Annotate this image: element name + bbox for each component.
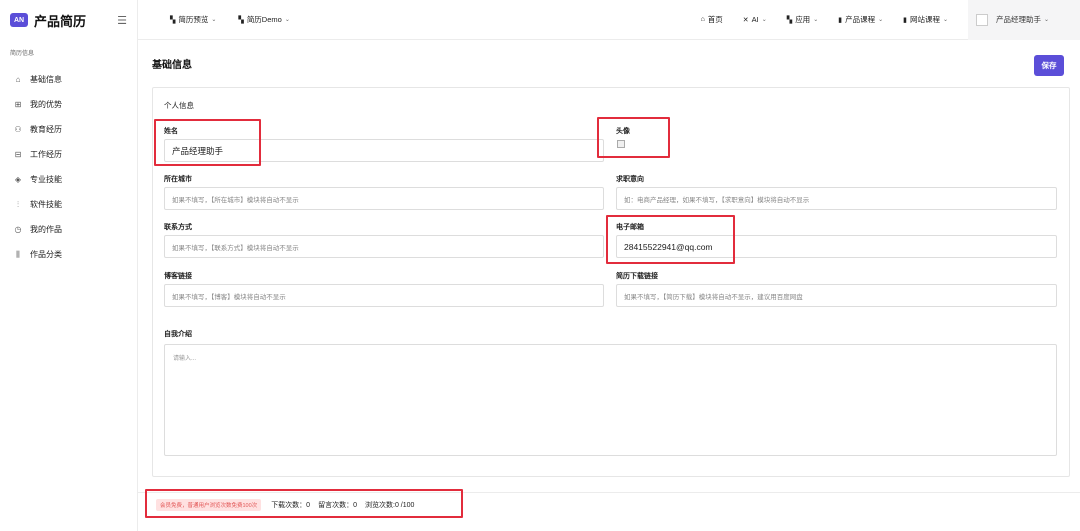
nav-label: 产品课程 [845, 15, 876, 24]
user-name: 产品经理助手 [996, 15, 1041, 24]
user-menu[interactable]: 产品经理助手 ⌄ [968, 0, 1080, 40]
view-count: 浏览次数:0 /100 [365, 502, 415, 509]
nav-website-course[interactable]: ▮ 网站课程 ⌄ [903, 14, 948, 25]
nav-apps[interactable]: ▚ 应用 ⌄ [787, 14, 818, 25]
cube-icon: ◈ [14, 175, 22, 184]
sidebar-item-label: 基础信息 [30, 75, 62, 84]
sidebar-item-education[interactable]: ⚇ 教育经历 [0, 117, 137, 142]
sidebar-item-label: 软件技能 [30, 200, 62, 209]
chevron-down-icon: ⌄ [813, 17, 819, 23]
grid-icon: ⊞ [14, 100, 22, 109]
home-icon: ⌂ [700, 16, 705, 23]
sidebar-item-works[interactable]: ◷ 我的作品 [0, 217, 137, 242]
message-count: 留言次数：0 [318, 502, 357, 509]
sidebar-item-label: 我的优势 [30, 100, 62, 109]
sliders-icon: ⫶ [17, 199, 19, 209]
footer-stats: 会员免费，普通用户浏览次数免费100次 下载次数：0 留言次数：0 浏览次数:0… [138, 492, 1080, 517]
nav-label: 首页 [707, 15, 723, 24]
sidebar-item-label: 作品分类 [30, 250, 62, 259]
name-input[interactable]: 产品经理助手 [164, 139, 604, 162]
chevron-down-icon: ⌄ [211, 17, 217, 23]
logo[interactable]: AN 产品简历 ☰ [0, 0, 137, 40]
nav-label: 网站课程 [909, 15, 940, 24]
avatar [976, 13, 988, 26]
sidebar-item-software-skills[interactable]: ⫶ 软件技能 [0, 192, 137, 217]
name-label: 姓名 [164, 128, 178, 135]
nav-product-course[interactable]: ▮ 产品课程 ⌄ [838, 14, 883, 25]
logo-icon: AN [10, 13, 28, 27]
blog-label: 博客链接 [164, 273, 192, 280]
job-intent-label: 求职意向 [616, 176, 644, 183]
sidebar-item-label: 工作经历 [30, 150, 62, 159]
sidebar-item-label: 我的作品 [30, 225, 62, 234]
chevron-down-icon: ⌄ [761, 17, 767, 23]
resume-link-label: 简历下载链接 [616, 273, 658, 280]
columns-icon: ⫼ [16, 249, 20, 259]
nav-label: 简历Demo [246, 15, 282, 24]
sidebar-item-pro-skills[interactable]: ◈ 专业技能 [0, 167, 137, 192]
sidebar-section-title: 简历信息 [10, 51, 35, 57]
vip-badge: 会员免费，普通用户浏览次数免费100次 [156, 499, 262, 511]
clock-icon: ◷ [14, 225, 22, 234]
nav-home[interactable]: ⌂ 首页 [701, 14, 723, 25]
nav-ai[interactable]: ✕ AI ⌄ [743, 15, 767, 24]
sidebar-item-basic-info[interactable]: ⌂ 基础信息 [0, 67, 137, 92]
contact-input[interactable]: 如果不填写，【联系方式】模块将自动不显示 [164, 235, 604, 258]
intro-label: 自我介绍 [164, 331, 192, 338]
nav-label: AI [751, 15, 759, 24]
chevron-down-icon: ⌄ [1044, 17, 1050, 23]
nav-resume-preview[interactable]: ▚ 简历预览 ⌄ [170, 14, 216, 25]
chevron-down-icon: ⌄ [942, 17, 948, 23]
top-bar: ▚ 简历预览 ⌄ ▚ 简历Demo ⌄ ⌂ 首页 ✕ AI ⌄ ▚ 应用 ⌄ ▮… [138, 0, 1080, 40]
city-label: 所在城市 [164, 176, 192, 183]
nav-label: 简历预览 [178, 15, 209, 24]
sidebar-item-strengths[interactable]: ⊞ 我的优势 [0, 92, 137, 117]
grid-icon: ▚ [786, 16, 793, 24]
job-intent-input[interactable]: 如：电商产品经理，如果不填写，【求职意向】模块将自动不显示 [616, 187, 1057, 210]
nav-resume-demo[interactable]: ▚ 简历Demo ⌄ [238, 14, 289, 25]
gift-icon: ⊟ [14, 150, 22, 159]
contact-label: 联系方式 [164, 224, 192, 231]
avatar-label: 头像 [616, 128, 630, 135]
menu-toggle-icon[interactable]: ☰ [117, 14, 127, 27]
sidebar-item-label: 专业技能 [30, 175, 62, 184]
sidebar-item-work-category[interactable]: ⫼ 作品分类 [0, 242, 137, 267]
book-icon: ▮ [838, 16, 843, 24]
resume-link-input[interactable]: 如果不填写，【简历下载】模块将自动不显示，建议用百度网盘 [616, 284, 1057, 307]
email-input[interactable]: 28415522941@qq.com [616, 235, 1057, 258]
chevron-down-icon: ⌄ [284, 17, 290, 23]
home-icon: ⌂ [15, 75, 21, 84]
book-icon: ▮ [903, 16, 907, 24]
city-input[interactable]: 如果不填写，【所在城市】模块将自动不显示 [164, 187, 604, 210]
page-title: 基础信息 [152, 60, 192, 71]
tools-icon: ✕ [742, 16, 749, 24]
sidebar-item-work[interactable]: ⊟ 工作经历 [0, 142, 137, 167]
avatar-image[interactable] [617, 140, 625, 148]
section-title: 个人信息 [164, 101, 194, 110]
grid-icon: ▚ [170, 16, 176, 24]
app-name: 产品简历 [34, 13, 87, 29]
nav-label: 应用 [795, 15, 811, 24]
download-count: 下载次数：0 [271, 502, 311, 509]
sidebar: AN 产品简历 ☰ 简历信息 ⌂ 基础信息 ⊞ 我的优势 ⚇ 教育经历 ⊟ 工作… [0, 0, 138, 531]
email-label: 电子邮箱 [616, 224, 644, 231]
save-button[interactable]: 保存 [1034, 55, 1064, 76]
blog-input[interactable]: 如果不填写，【博客】模块将自动不显示 [164, 284, 604, 307]
grid-icon: ▚ [238, 16, 244, 24]
intro-textarea[interactable]: 请输入... [164, 344, 1057, 456]
chevron-down-icon: ⌄ [878, 17, 884, 23]
sidebar-item-label: 教育经历 [30, 125, 62, 134]
users-icon: ⚇ [14, 125, 22, 134]
